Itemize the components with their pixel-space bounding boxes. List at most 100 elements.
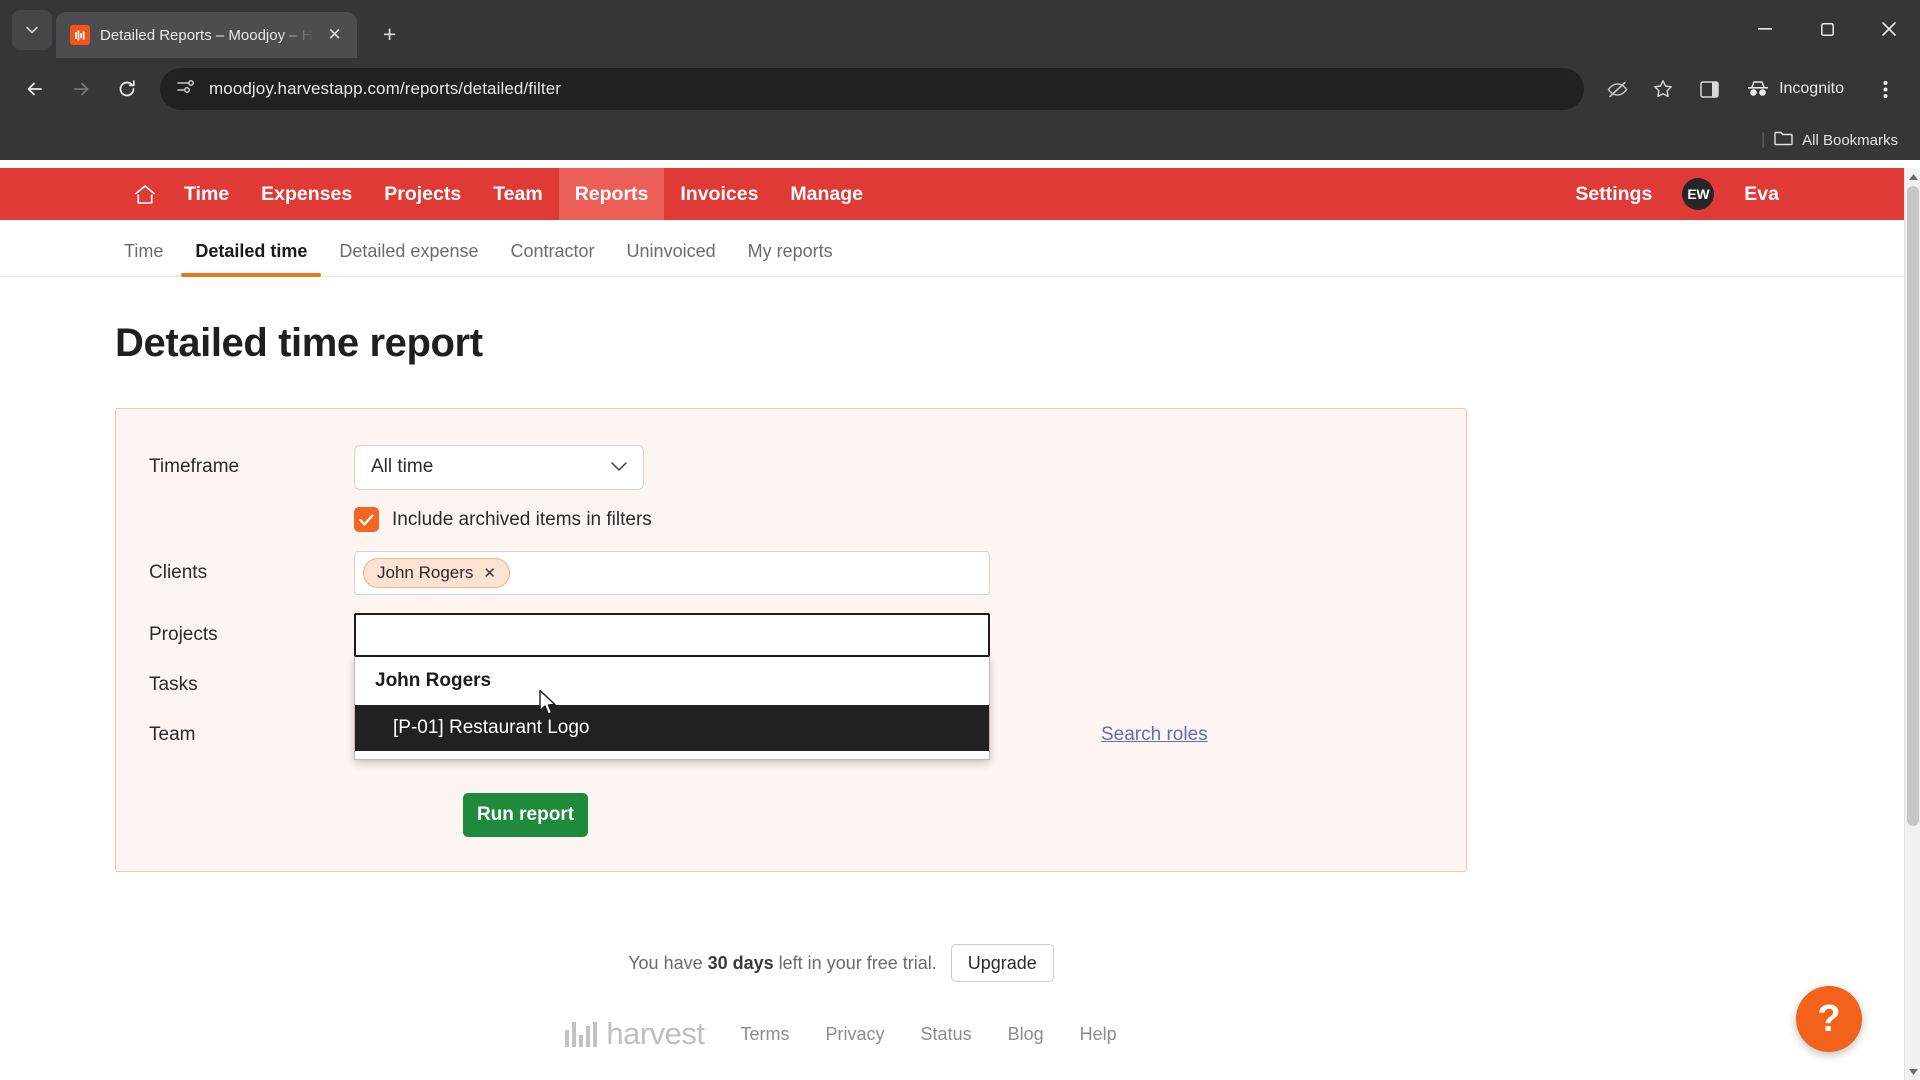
archived-checkbox-label: Include archived items in filters <box>392 508 652 530</box>
toolbar-right: Incognito <box>1596 68 1906 110</box>
clients-label: Clients <box>149 562 208 583</box>
chevron-down-icon <box>611 459 627 475</box>
footer-link-terms[interactable]: Terms <box>741 1024 790 1045</box>
tab-my-reports[interactable]: My reports <box>732 241 849 276</box>
incognito-label: Incognito <box>1779 80 1844 97</box>
remove-chip-icon[interactable]: ✕ <box>483 564 496 582</box>
tab-search-button[interactable] <box>12 10 52 50</box>
bookmarks-divider: | <box>1760 131 1766 148</box>
tasks-label: Tasks <box>149 674 198 695</box>
chrome-menu-icon[interactable] <box>1864 68 1906 110</box>
nav-item-expenses[interactable]: Expenses <box>245 168 368 220</box>
trial-suffix: left in your free trial. <box>773 952 937 973</box>
clients-row: Clients John Rogers ✕ <box>116 549 1466 597</box>
filter-panel: Timeframe All time Include archived item… <box>115 408 1467 872</box>
upgrade-button[interactable]: Upgrade <box>950 944 1054 982</box>
incognito-icon <box>1748 81 1769 96</box>
page-content: Time Expenses Projects Team Reports Invo… <box>0 168 1905 1080</box>
tab-time[interactable]: Time <box>108 241 179 276</box>
app-top-nav: Time Expenses Projects Team Reports Invo… <box>0 168 1905 220</box>
back-icon[interactable] <box>14 68 56 110</box>
forward-icon[interactable] <box>60 68 102 110</box>
timeframe-label: Timeframe <box>149 456 240 477</box>
home-icon[interactable] <box>122 184 168 205</box>
nav-item-invoices[interactable]: Invoices <box>664 168 774 220</box>
bookmark-star-icon[interactable] <box>1642 68 1684 110</box>
tracking-protection-icon[interactable] <box>1596 68 1638 110</box>
window-controls <box>1734 0 1920 58</box>
nav-item-reports[interactable]: Reports <box>558 168 665 220</box>
incognito-indicator[interactable]: Incognito <box>1734 69 1860 109</box>
avatar[interactable]: EW <box>1682 178 1715 210</box>
archived-checkbox-row[interactable]: Include archived items in filters <box>116 507 1466 532</box>
archived-checkbox[interactable] <box>354 507 379 532</box>
client-chip[interactable]: John Rogers ✕ <box>363 558 510 588</box>
minimize-button[interactable] <box>1734 0 1796 58</box>
timeframe-row: Timeframe All time <box>116 443 1466 491</box>
top-nav-right: Settings EW Eva <box>1559 168 1795 220</box>
tab-strip: Detailed Reports – Moodjoy – H ✕ + <box>0 0 1920 58</box>
trial-banner: You have 30 days left in your free trial… <box>115 944 1567 982</box>
client-chip-label: John Rogers <box>377 563 474 582</box>
harvest-favicon <box>70 25 90 45</box>
close-icon[interactable]: ✕ <box>323 25 347 45</box>
search-roles-link[interactable]: Search roles <box>1101 724 1208 746</box>
close-window-button[interactable] <box>1858 0 1920 58</box>
harvest-logo-icon <box>565 1021 598 1047</box>
help-button[interactable]: ? <box>1796 986 1862 1052</box>
tab-detailed-expense[interactable]: Detailed expense <box>323 241 494 276</box>
nav-item-projects[interactable]: Projects <box>368 168 477 220</box>
tab-title: Detailed Reports – Moodjoy – H <box>100 26 313 44</box>
tab-detailed-time[interactable]: Detailed time <box>179 241 323 277</box>
all-bookmarks-label[interactable]: All Bookmarks <box>1802 132 1898 149</box>
timeframe-select[interactable]: All time <box>354 444 644 490</box>
maximize-button[interactable] <box>1796 0 1858 58</box>
site-settings-icon[interactable] <box>176 77 195 101</box>
address-bar[interactable]: moodjoy.harvestapp.com/reports/detailed/… <box>160 68 1585 110</box>
report-subnav: Time Detailed time Detailed expense Cont… <box>0 220 1905 277</box>
new-tab-button[interactable]: + <box>375 21 405 48</box>
tasks-row: Tasks <box>116 661 1466 709</box>
page-title: Detailed time report <box>115 321 483 365</box>
footer-link-privacy[interactable]: Privacy <box>826 1024 885 1045</box>
browser-toolbar: moodjoy.harvestapp.com/reports/detailed/… <box>0 58 1920 120</box>
clients-input[interactable]: John Rogers ✕ <box>354 551 990 595</box>
trial-days: 30 days <box>707 952 774 973</box>
settings-link[interactable]: Settings <box>1559 168 1668 220</box>
projects-label: Projects <box>149 624 218 645</box>
projects-input[interactable] <box>354 613 990 657</box>
projects-row: Projects John Rogers [P-01] Restaurant L… <box>116 611 1466 760</box>
browser-chrome: Detailed Reports – Moodjoy – H ✕ + moodj… <box>0 0 1920 160</box>
folder-icon <box>1774 130 1793 151</box>
nav-item-team[interactable]: Team <box>477 168 559 220</box>
team-label: Team <box>149 724 196 745</box>
page-scrollbar[interactable] <box>1904 168 1920 1080</box>
harvest-logo: harvest <box>565 1016 705 1052</box>
trial-prefix: You have <box>628 952 708 973</box>
run-report-button[interactable]: Run report <box>463 793 588 837</box>
tab-contractor[interactable]: Contractor <box>495 241 611 276</box>
scroll-up-arrow[interactable] <box>1905 168 1920 185</box>
footer-link-help[interactable]: Help <box>1080 1024 1117 1045</box>
footer-link-blog[interactable]: Blog <box>1008 1024 1044 1045</box>
nav-item-time[interactable]: Time <box>168 168 245 220</box>
tab-uninvoiced[interactable]: Uninvoiced <box>611 241 732 276</box>
user-name[interactable]: Eva <box>1728 168 1795 220</box>
bookmarks-bar: | All Bookmarks <box>0 120 1920 160</box>
browser-window: Detailed Reports – Moodjoy – H ✕ + moodj… <box>0 0 1920 1080</box>
scrollbar-thumb[interactable] <box>1907 186 1919 826</box>
page-footer: harvest Terms Privacy Status Blog Help <box>115 1016 1567 1052</box>
reload-icon[interactable] <box>106 68 148 110</box>
footer-link-status[interactable]: Status <box>921 1024 972 1045</box>
projects-combobox: John Rogers [P-01] Restaurant Logo <box>354 613 990 760</box>
side-panel-icon[interactable] <box>1688 68 1730 110</box>
timeframe-value: All time <box>371 456 434 477</box>
browser-tab[interactable]: Detailed Reports – Moodjoy – H ✕ <box>56 12 357 58</box>
harvest-logo-text: harvest <box>606 1016 705 1051</box>
url-text: moodjoy.harvestapp.com/reports/detailed/… <box>209 79 562 98</box>
trial-text: You have 30 days left in your free trial… <box>628 953 937 974</box>
main-content: Detailed time report Timeframe All time <box>0 277 1905 1052</box>
nav-item-manage[interactable]: Manage <box>774 168 879 220</box>
team-row: Team Search roles <box>116 711 1466 759</box>
scroll-down-arrow[interactable] <box>1905 1063 1920 1080</box>
